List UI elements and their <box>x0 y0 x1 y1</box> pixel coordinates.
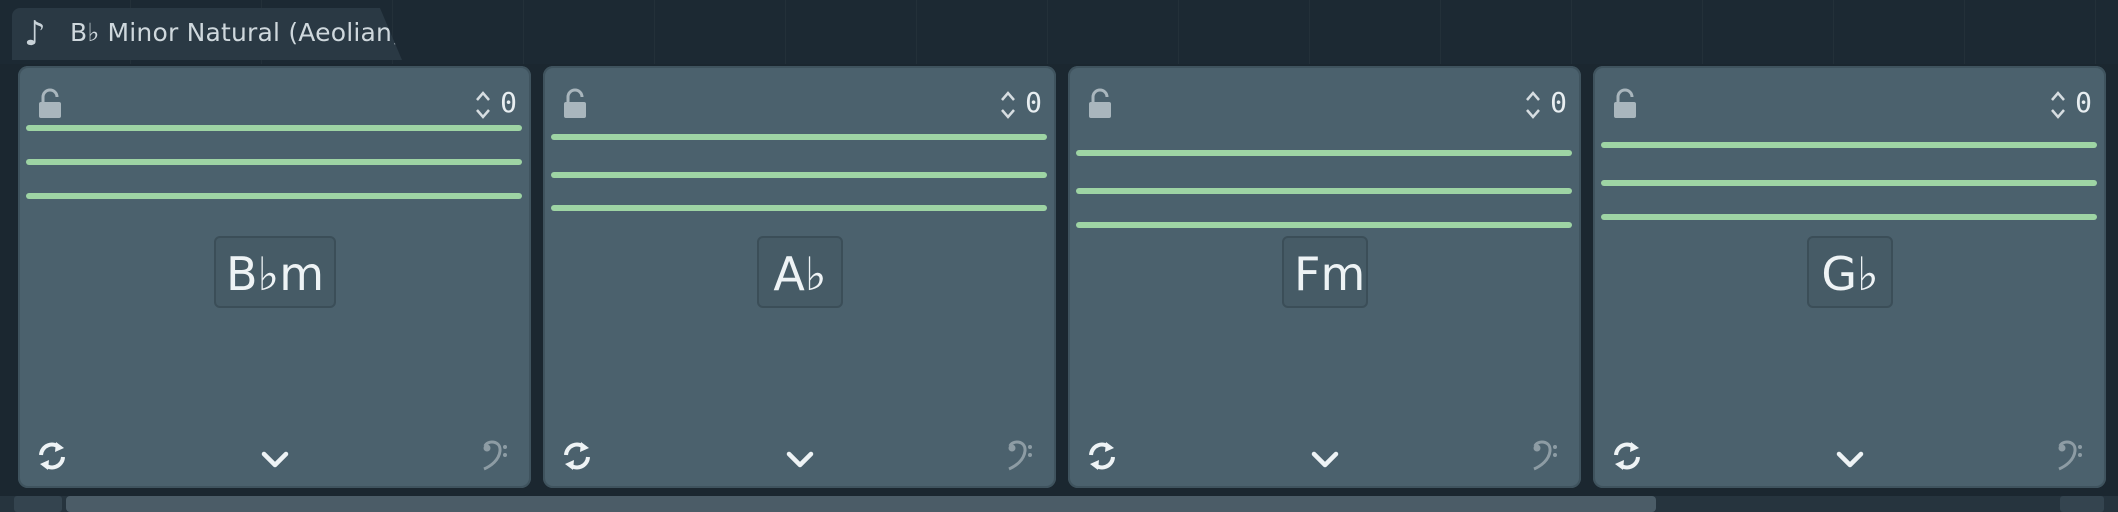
cycle-icon[interactable] <box>559 438 595 474</box>
chord-note-bar[interactable] <box>26 125 522 131</box>
horizontal-scrollbar[interactable] <box>0 496 2118 512</box>
chord-note-bar[interactable] <box>1076 188 1572 194</box>
lock-icon[interactable] <box>1611 88 1639 120</box>
chord-note-bar[interactable] <box>551 134 1047 140</box>
chevron-down-icon[interactable] <box>785 448 815 470</box>
chord-note-bar[interactable] <box>1601 214 2097 220</box>
chord-panel[interactable]: 0 G♭ <box>1593 66 2106 488</box>
bass-clef-icon[interactable] <box>481 440 509 472</box>
bass-clef-icon[interactable] <box>1006 440 1034 472</box>
chord-panel[interactable]: 0 Fm <box>1068 66 1581 488</box>
chord-progression-panel: ♪ B♭ Minor Natural (Aeolian) 0 B♭m 0 A♭ 0 Fm 0… <box>0 0 2118 512</box>
scroll-left-button[interactable] <box>14 496 62 512</box>
bass-clef-icon[interactable] <box>1531 440 1559 472</box>
transpose-value: 0 <box>1550 86 1567 119</box>
transpose-value: 0 <box>500 86 517 119</box>
lock-icon[interactable] <box>36 88 64 120</box>
scroll-right-button[interactable] <box>2060 496 2104 512</box>
chord-name-label: A♭ <box>757 236 843 308</box>
chord-panel[interactable]: 0 A♭ <box>543 66 1056 488</box>
chord-name-label: G♭ <box>1807 236 1893 308</box>
transpose-stepper-icon[interactable] <box>473 88 493 122</box>
chord-panels: 0 B♭m 0 A♭ 0 Fm 0 G♭ <box>0 62 2118 496</box>
cycle-icon[interactable] <box>1084 438 1120 474</box>
chord-note-bar[interactable] <box>1601 142 2097 148</box>
transpose-stepper-icon[interactable] <box>998 88 1018 122</box>
scroll-thumb[interactable] <box>66 496 1656 512</box>
eighth-note-icon: ♪ <box>24 14 46 54</box>
chord-name-label: B♭m <box>214 236 336 308</box>
transpose-value: 0 <box>2075 86 2092 119</box>
chord-name-label: Fm <box>1282 236 1368 308</box>
bass-clef-icon[interactable] <box>2056 440 2084 472</box>
header-strip: ♪ B♭ Minor Natural (Aeolian) <box>0 0 2118 64</box>
chord-panel[interactable]: 0 B♭m <box>18 66 531 488</box>
chevron-down-icon[interactable] <box>1310 448 1340 470</box>
scale-label[interactable]: B♭ Minor Natural (Aeolian) <box>70 18 402 47</box>
chord-note-bar[interactable] <box>26 193 522 199</box>
transpose-stepper-icon[interactable] <box>1523 88 1543 122</box>
chord-note-bar[interactable] <box>1076 150 1572 156</box>
chord-note-bar[interactable] <box>1076 222 1572 228</box>
chevron-down-icon[interactable] <box>1835 448 1865 470</box>
transpose-stepper-icon[interactable] <box>2048 88 2068 122</box>
lock-icon[interactable] <box>1086 88 1114 120</box>
cycle-icon[interactable] <box>34 438 70 474</box>
chord-note-bar[interactable] <box>1601 180 2097 186</box>
cycle-icon[interactable] <box>1609 438 1645 474</box>
chord-note-bar[interactable] <box>551 205 1047 211</box>
chord-note-bar[interactable] <box>26 159 522 165</box>
transpose-value: 0 <box>1025 86 1042 119</box>
chevron-down-icon[interactable] <box>260 448 290 470</box>
lock-icon[interactable] <box>561 88 589 120</box>
scale-tab[interactable]: ♪ B♭ Minor Natural (Aeolian) <box>12 8 402 60</box>
chord-note-bar[interactable] <box>551 172 1047 178</box>
